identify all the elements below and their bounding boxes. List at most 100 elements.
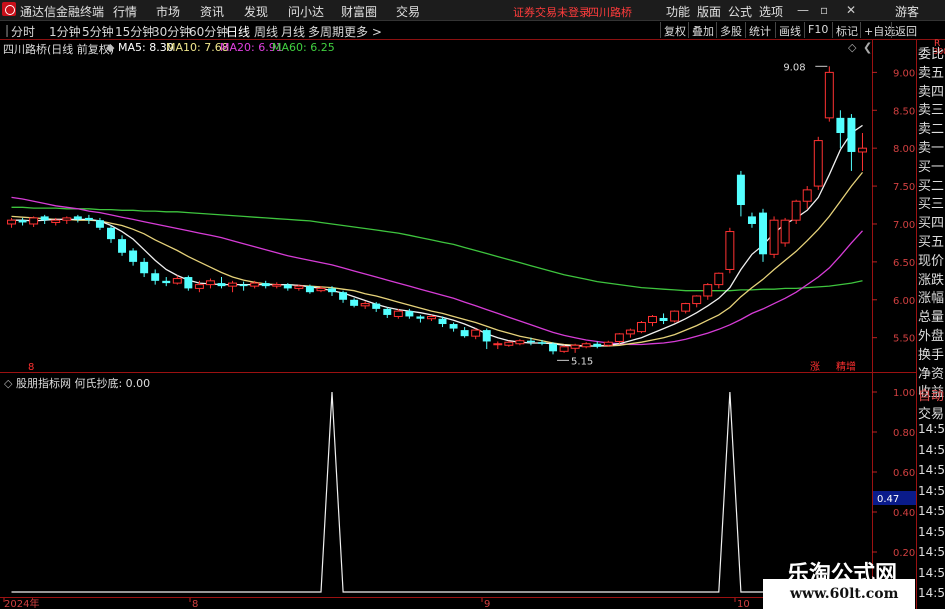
sidebar-item-1[interactable]: 卖五 [918,64,945,83]
ma60-label: MA60: 6.25 [272,41,335,54]
indicator-value-label: 0.47 [877,494,899,505]
candle-body-up [769,219,779,255]
candle-body-down [184,277,193,289]
candle-body-up [426,315,436,320]
candle-body-up [824,71,834,119]
sidebar-time-4: 14:56 [918,504,945,518]
high-price-label: 9.08 [783,62,805,73]
candle-body-down [383,308,392,315]
sidebar-item-5[interactable]: 卖一 [918,139,945,158]
kline-chart[interactable]: 9.00 8.50 8.00 7.50 7.00 6.50 6.00 5.50 9.08 5.15… [0,0,945,609]
sidebar-item-13[interactable]: 涨幅 [918,289,945,308]
candle-body-down [18,220,27,223]
candle-body-up [294,285,304,289]
sidebar-item-7[interactable]: 买二 [918,177,945,196]
candle-body-up [272,284,282,287]
price-tick-label: 6.50 [893,258,915,269]
candle-body-up [559,346,569,352]
sidebar-item-9[interactable]: 买四 [918,214,945,233]
candle-body-up [7,219,17,225]
sidebar-auto-label[interactable]: 自动 [918,385,944,404]
ma20-line [11,196,863,346]
panel-collapse-icon[interactable]: ❮ [863,41,872,54]
candle-body-up [581,343,591,348]
indicator-tick-label: 0.40 [893,508,915,519]
sidebar-time-0: 14:56 [918,422,945,436]
sidebar-item-14[interactable]: 总量 [918,308,945,327]
sidebar-time-1: 14:56 [918,442,945,457]
panel-option-diamond-icon[interactable]: ◇ [848,41,856,54]
candle-body-down [305,286,314,293]
candle-body-up [725,231,735,270]
candle-body-down [759,212,767,255]
candle-body-up [648,315,657,324]
price-tick-label: 7.50 [893,182,915,193]
indicator-title: 股朋指标网 [15,377,71,390]
candle-body-up [493,343,503,346]
candle-body-down [95,220,104,228]
candle-body-up [194,284,204,289]
candle-body-down [261,283,270,287]
ma60-line [11,206,863,292]
sidebar-time-6: 14:56 [918,545,945,559]
candle-body-down [328,288,336,293]
candle-body-up [316,287,326,292]
candle-body-down [526,340,535,343]
sidebar-time-8: 14:56 [918,586,945,600]
candle-body-up [360,303,370,307]
candle-body-down [405,311,414,317]
time-tick-label: 2024年 [4,597,39,609]
sidebar-item-10[interactable]: 买五 [918,233,945,252]
indicator-toggle-icon[interactable]: ◇ [4,377,12,390]
candle-body-down [460,330,469,337]
candle-body-up [681,303,691,312]
indicator-tick-label: 0.80 [893,428,915,439]
indicator-tick-label: 0.60 [893,468,915,479]
sidebar-item-3[interactable]: 卖三 [918,101,945,120]
sidebar-item-17[interactable]: 净资 [918,365,945,384]
sidebar-item-6[interactable]: 买一 [918,158,945,177]
candle-body-up [703,284,713,297]
candle-body-up [570,344,580,349]
candle-body-down [129,250,138,262]
low-price-label: 5.15 [571,356,593,367]
candle-body-down [73,216,82,220]
candle-body-down [538,342,546,344]
month-marker: 8 [28,362,34,373]
sidebar-item-2[interactable]: 卖四 [918,83,945,102]
candle-body-down [372,303,381,309]
sidebar-item-11[interactable]: 现价 [918,252,945,271]
price-tick-label: 9.00 [893,68,915,79]
watermark-title: 乐淘公式网 [787,562,898,587]
price-tick-label: 8.50 [893,106,915,117]
candle-body-down [747,216,756,224]
candle-body-down [449,324,458,329]
candle-body-down [283,284,292,289]
candle-body-up [780,219,790,244]
candle-body-up [614,333,624,342]
candle-body-up [228,282,238,287]
candle-body-down [482,330,491,342]
candle-body-up [205,280,215,286]
sidebar-item-0[interactable]: 委比 [918,45,945,64]
quote-sidebar: R300委比卖五卖四卖三卖二卖一买一买二买三买四买五现价涨跌涨幅总量外盘换手净资… [917,39,945,400]
price-tick-label: 6.00 [893,296,915,307]
sidebar-item-15[interactable]: 外盘 [918,327,945,346]
candle-body-down [350,299,359,306]
sidebar-item-12[interactable]: 涨跌 [918,271,945,290]
candle-body-up [471,329,481,337]
sidebar-item-4[interactable]: 卖二 [918,120,945,139]
sidebar-item-16[interactable]: 换手 [918,346,945,365]
main-panel-title: 四川路桥(日线 前复权) [3,43,115,56]
price-tick-label: 7.00 [893,220,915,231]
time-tick-label: 9 [484,599,490,609]
settings-diamond-icon[interactable]: ◆ [106,41,114,54]
candle-body-up [603,341,613,346]
candle-body-down [40,216,49,221]
ma10-line [11,171,864,347]
indicator-tick-label: 1.00 [893,388,915,399]
sidebar-trade-label[interactable]: 交易 [918,403,944,422]
price-tick-label: 5.50 [893,334,915,345]
candle-body-up [813,140,823,187]
sidebar-item-8[interactable]: 买三 [918,195,945,214]
